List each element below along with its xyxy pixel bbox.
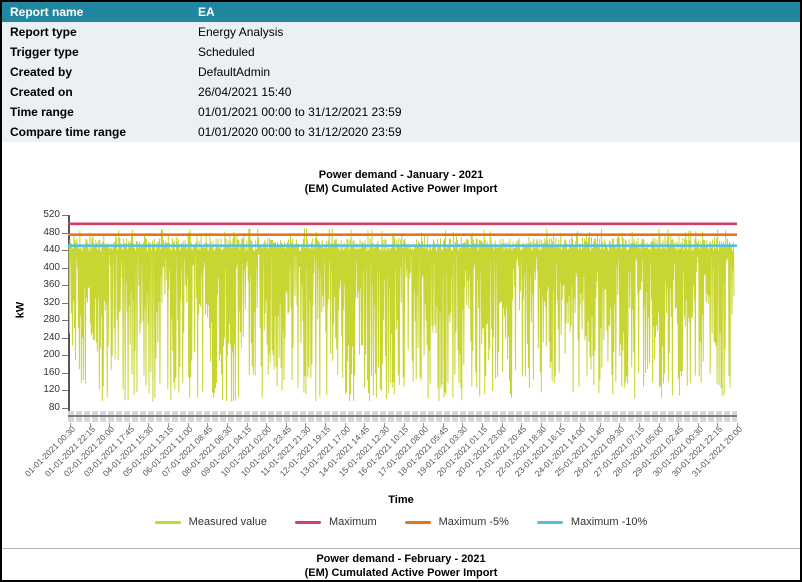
y-tick-label: 200 — [28, 349, 60, 360]
report-info-table: Report name EA Report typeEnergy Analysi… — [2, 2, 800, 142]
row-value: 01/01/2021 00:00 to 31/12/2021 23:59 — [198, 105, 800, 119]
measured-value-series — [69, 228, 734, 402]
y-tick-label: 160 — [28, 367, 60, 378]
report-name-value: EA — [198, 5, 800, 19]
legend-swatch — [295, 521, 321, 524]
table-row: Compare time range01/01/2020 00:00 to 31… — [2, 122, 800, 142]
row-value: Energy Analysis — [198, 25, 800, 39]
y-tick-label: 80 — [28, 402, 60, 413]
report-table-header: Report name EA — [2, 2, 800, 22]
y-tick-label: 440 — [28, 244, 60, 255]
legend-label: Measured value — [189, 516, 267, 528]
row-value: Scheduled — [198, 45, 800, 59]
chart-legend: Measured value Maximum Maximum -5% Maximum … — [2, 516, 800, 528]
row-label: Compare time range — [2, 125, 198, 139]
table-row: Created on26/04/2021 15:40 — [2, 82, 800, 102]
legend-item-maximum-5-[interactable]: Maximum -5% — [405, 516, 509, 528]
table-row: Time range01/01/2021 00:00 to 31/12/2021… — [2, 102, 800, 122]
row-value: 26/04/2021 15:40 — [198, 85, 800, 99]
chart-scrollbar-thumb[interactable] — [68, 415, 737, 417]
legend-item-measured-value[interactable]: Measured value — [155, 516, 267, 528]
chart-scrollbar[interactable] — [68, 411, 737, 422]
row-label: Report type — [2, 25, 198, 39]
legend-label: Maximum -5% — [439, 516, 509, 528]
row-value: DefaultAdmin — [198, 65, 800, 79]
y-tick-label: 360 — [28, 279, 60, 290]
legend-swatch — [537, 521, 563, 524]
row-label: Time range — [2, 105, 198, 119]
row-label: Created by — [2, 65, 198, 79]
report-name-label: Report name — [2, 5, 198, 19]
row-label: Created on — [2, 85, 198, 99]
legend-label: Maximum -10% — [571, 516, 647, 528]
y-tick-label: 120 — [28, 384, 60, 395]
report-page: Report name EA Report typeEnergy Analysi… — [0, 0, 802, 582]
y-tick-label: 240 — [28, 332, 60, 343]
chart-title: Power demand - January - 2021 — [2, 169, 800, 181]
x-axis-title: Time — [2, 494, 800, 506]
y-axis-label: kW — [14, 302, 26, 319]
y-tick-label: 400 — [28, 262, 60, 273]
next-chart-subtitle: (EM) Cumulated Active Power Import — [2, 567, 800, 579]
y-tick-label: 480 — [28, 227, 60, 238]
y-tick-label: 280 — [28, 314, 60, 325]
legend-label: Maximum — [329, 516, 377, 528]
table-row: Created byDefaultAdmin — [2, 62, 800, 82]
legend-item-maximum[interactable]: Maximum — [295, 516, 377, 528]
chart-subtitle: (EM) Cumulated Active Power Import — [2, 183, 800, 195]
legend-swatch — [405, 521, 431, 524]
legend-item-maximum-10-[interactable]: Maximum -10% — [537, 516, 647, 528]
section-divider — [2, 548, 800, 549]
table-row: Report typeEnergy Analysis — [2, 22, 800, 42]
table-row: Trigger typeScheduled — [2, 42, 800, 62]
legend-swatch — [155, 521, 181, 524]
report-table-body: Report typeEnergy AnalysisTrigger typeSc… — [2, 22, 800, 142]
next-chart-title: Power demand - February - 2021 — [2, 553, 800, 565]
y-tick-label: 520 — [28, 209, 60, 220]
row-label: Trigger type — [2, 45, 198, 59]
row-value: 01/01/2020 00:00 to 31/12/2020 23:59 — [198, 125, 800, 139]
y-tick-label: 320 — [28, 297, 60, 308]
power-demand-chart — [68, 215, 737, 412]
